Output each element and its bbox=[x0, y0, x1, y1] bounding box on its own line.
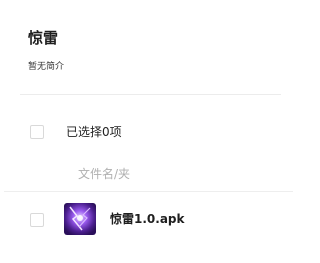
page-description: 暂无简介 bbox=[28, 62, 65, 72]
column-header-filename: 文件名/夹 bbox=[78, 167, 131, 181]
file-name-link[interactable]: 惊雷1.0.apk bbox=[110, 210, 185, 228]
page-title: 惊雷 bbox=[28, 29, 59, 47]
selected-count-label: 已选择0项 bbox=[66, 125, 122, 139]
row-checkbox[interactable] bbox=[30, 213, 44, 227]
select-all-checkbox[interactable] bbox=[30, 125, 44, 139]
divider bbox=[4, 191, 293, 192]
app-thumbnail-icon bbox=[64, 203, 96, 235]
divider bbox=[20, 94, 281, 95]
